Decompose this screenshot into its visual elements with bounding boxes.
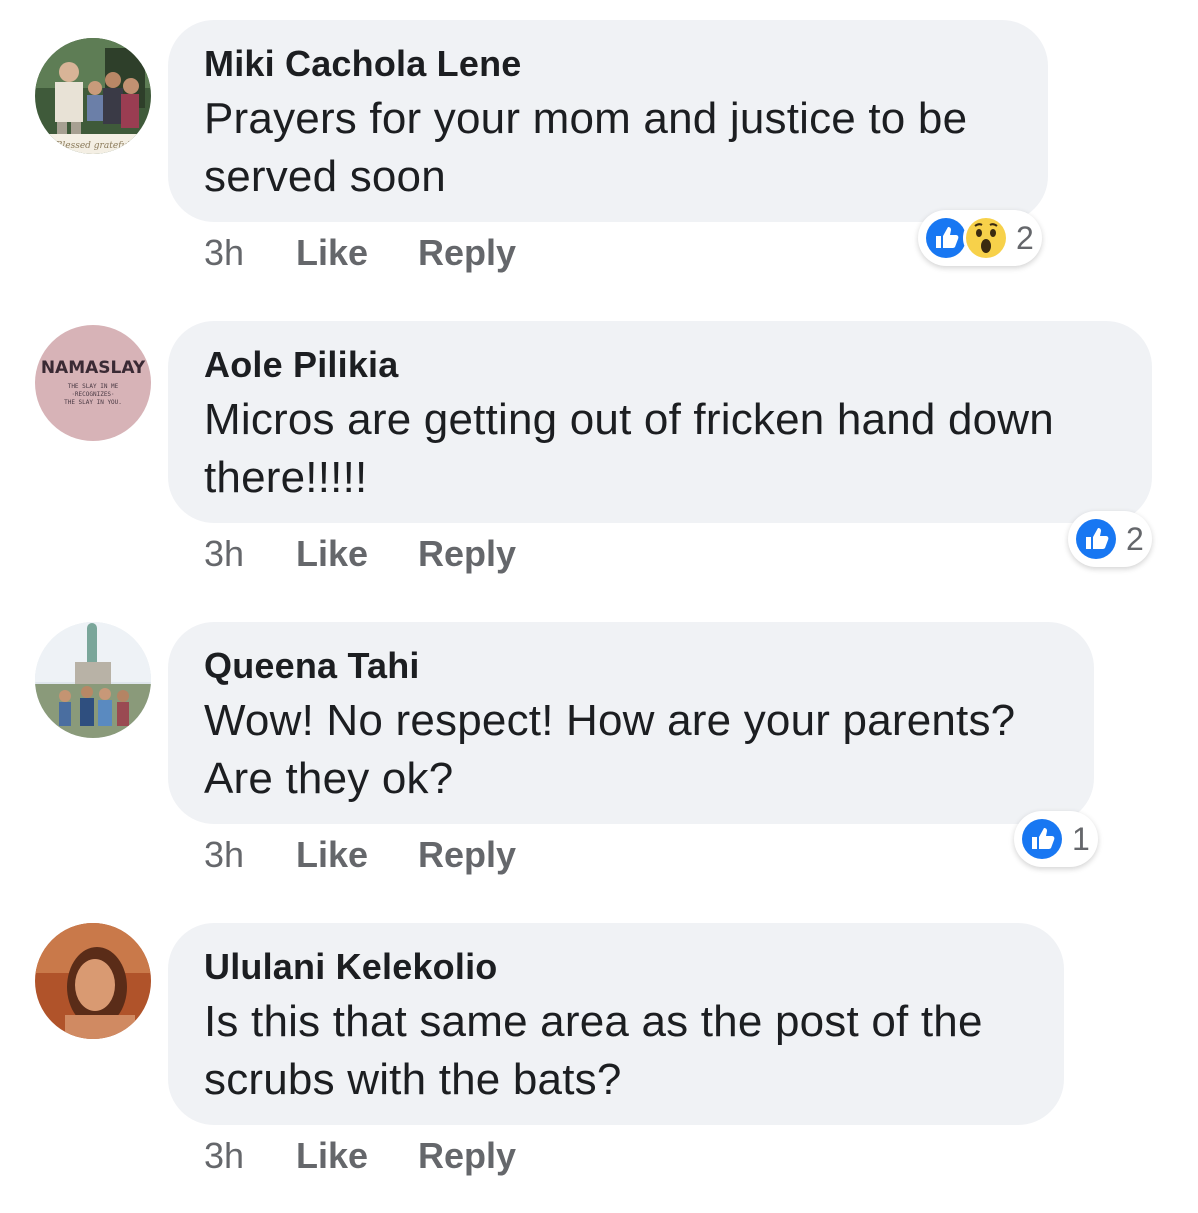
avatar-caption: ·RECOGNIZES· [71, 391, 114, 398]
avatar-namaslay: NAMASLAY THE SLAY IN ME ·RECOGNIZES· THE… [35, 325, 151, 441]
comment-timestamp[interactable]: 3h [204, 532, 244, 576]
comment-text-line: served soon [204, 152, 446, 201]
reply-button[interactable]: Reply [418, 1134, 516, 1178]
avatar-caption: THE SLAY IN ME [68, 383, 119, 390]
comment-text-line: Is this that same area as the post of th… [204, 997, 983, 1046]
reactions-summary[interactable]: 1 [1014, 811, 1098, 867]
comment-text: Wow! No respect! How are your parents? A… [204, 692, 1058, 808]
avatar-title: NAMASLAY [41, 358, 146, 378]
like-button[interactable]: Like [296, 1134, 368, 1178]
wow-icon [962, 214, 1010, 262]
comment-bubble: Queena Tahi Wow! No respect! How are you… [168, 622, 1094, 824]
comment-item: Queena Tahi Wow! No respect! How are you… [0, 622, 1198, 912]
comment-author[interactable]: Aole Pilikia [204, 343, 1116, 387]
avatar-group-photo [35, 622, 151, 738]
comment-text: Prayers for your mom and justice to be s… [204, 90, 1012, 206]
like-button[interactable]: Like [296, 231, 368, 275]
reaction-count: 2 [1016, 220, 1034, 256]
comment-item: Blessed grateful Miki Cachola Lene Praye… [0, 20, 1198, 310]
comment-text-line: there!!!!! [204, 453, 368, 502]
comment-bubble: Ululani Kelekolio Is this that same area… [168, 923, 1064, 1125]
reaction-count: 2 [1126, 521, 1144, 557]
comment-item: NAMASLAY THE SLAY IN ME ·RECOGNIZES· THE… [0, 321, 1198, 611]
reply-button[interactable]: Reply [418, 833, 516, 877]
avatar-caption: THE SLAY IN YOU. [64, 399, 122, 406]
comment-text-line: Wow! No respect! How are your parents? [204, 696, 1016, 745]
avatar-caption: Blessed grateful [55, 141, 131, 151]
comment-text-line: Micros are getting out of fricken hand d… [204, 395, 1054, 444]
comment-timestamp[interactable]: 3h [204, 231, 244, 275]
comment-text: Micros are getting out of fricken hand d… [204, 391, 1116, 507]
avatar-portrait-photo [35, 923, 151, 1039]
reaction-count: 1 [1072, 821, 1090, 857]
comment-author[interactable]: Queena Tahi [204, 644, 1058, 688]
comment-text-line: scrubs with the bats? [204, 1055, 622, 1104]
comment-text-line: Are they ok? [204, 754, 454, 803]
like-icon [1072, 515, 1120, 563]
comment-author[interactable]: Ululani Kelekolio [204, 945, 1028, 989]
avatar[interactable]: NAMASLAY THE SLAY IN ME ·RECOGNIZES· THE… [35, 325, 151, 441]
comment-timestamp[interactable]: 3h [204, 1134, 244, 1178]
avatar[interactable] [35, 622, 151, 738]
reactions-summary[interactable]: 2 [1068, 511, 1152, 567]
reactions-summary[interactable]: 2 [918, 210, 1042, 266]
avatar[interactable] [35, 923, 151, 1039]
like-button[interactable]: Like [296, 532, 368, 576]
comment-bubble: Miki Cachola Lene Prayers for your mom a… [168, 20, 1048, 222]
comment-text-line: Prayers for your mom and justice to be [204, 94, 968, 143]
like-icon [1018, 815, 1066, 863]
like-button[interactable]: Like [296, 833, 368, 877]
reply-button[interactable]: Reply [418, 231, 516, 275]
avatar[interactable]: Blessed grateful [35, 38, 151, 154]
comment-text: Is this that same area as the post of th… [204, 993, 1028, 1109]
comment-item: Ululani Kelekolio Is this that same area… [0, 923, 1198, 1213]
comment-timestamp[interactable]: 3h [204, 833, 244, 877]
comment-author[interactable]: Miki Cachola Lene [204, 42, 1012, 86]
reply-button[interactable]: Reply [418, 532, 516, 576]
avatar-family-photo: Blessed grateful [35, 38, 151, 154]
comment-bubble: Aole Pilikia Micros are getting out of f… [168, 321, 1152, 523]
